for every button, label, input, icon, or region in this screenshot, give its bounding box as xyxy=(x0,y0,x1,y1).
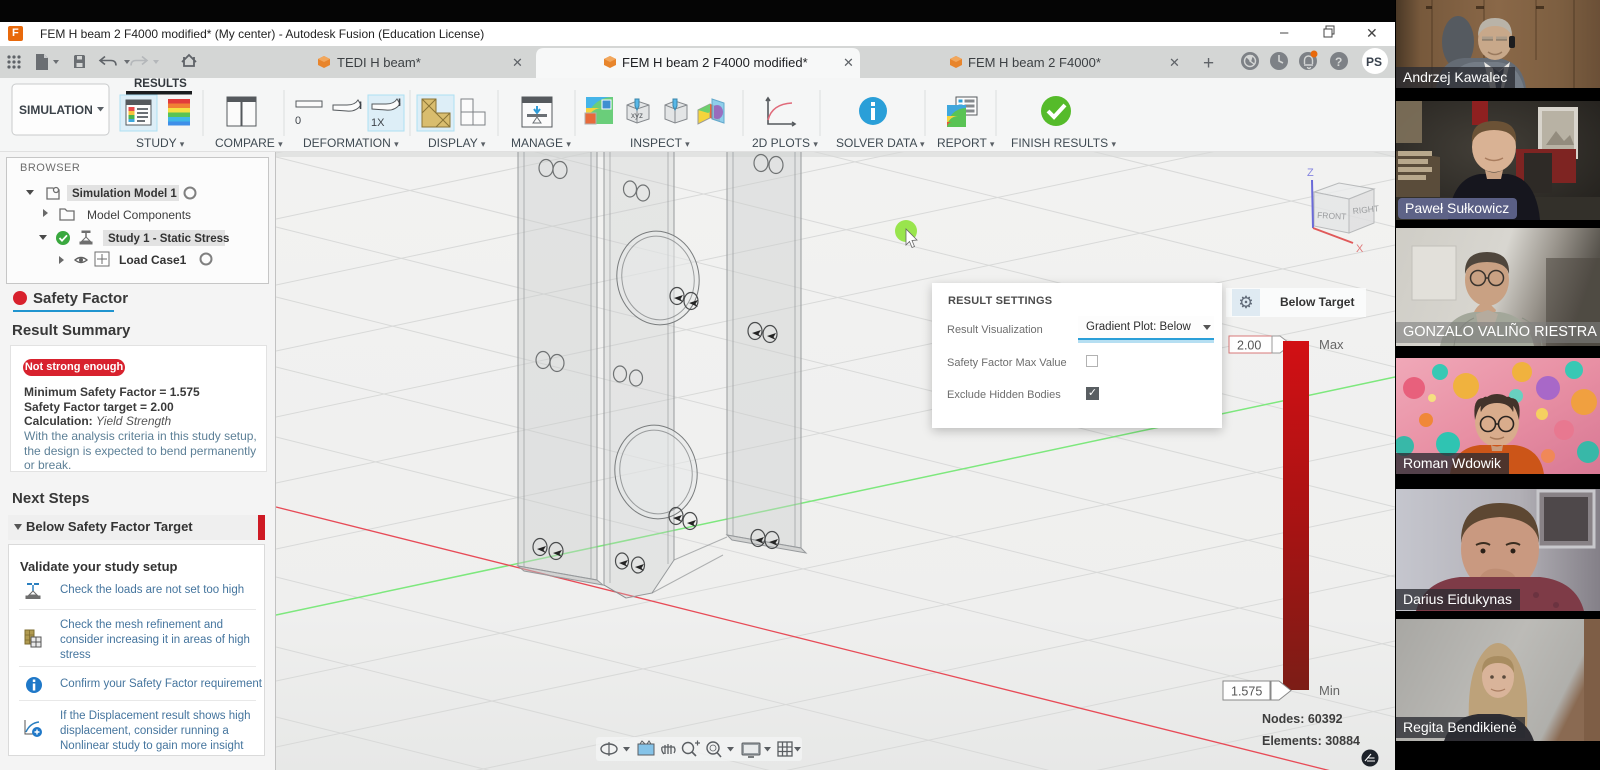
svg-text:?: ? xyxy=(1335,55,1342,69)
svg-text:Model Components: Model Components xyxy=(87,208,191,222)
svg-text:+: + xyxy=(1203,53,1214,74)
svg-text:0: 0 xyxy=(295,115,301,127)
svg-text:X: X xyxy=(1356,243,1364,255)
svg-text:RESULTS: RESULTS xyxy=(134,78,187,90)
svg-text:1.575: 1.575 xyxy=(1231,685,1262,699)
svg-text:Study 1 - Static Stress: Study 1 - Static Stress xyxy=(108,233,229,245)
svg-text:TEDI H beam*: TEDI H beam* xyxy=(337,55,421,70)
svg-text:Z: Z xyxy=(1307,167,1314,179)
svg-text:xyz: xyz xyxy=(631,111,643,120)
svg-text:✕: ✕ xyxy=(512,55,523,70)
svg-text:PS: PS xyxy=(1366,55,1382,69)
svg-text:Simulation Model 1: Simulation Model 1 xyxy=(72,188,177,200)
svg-text:I: I xyxy=(398,97,401,109)
svg-text:SIMULATION: SIMULATION xyxy=(19,103,93,117)
svg-text:1X: 1X xyxy=(371,117,385,129)
svg-text:FRONT: FRONT xyxy=(1317,210,1347,222)
svg-text:I: I xyxy=(359,100,362,112)
svg-text:✕: ✕ xyxy=(843,55,854,70)
svg-text:FEM H beam 2 F4000 modified*: FEM H beam 2 F4000 modified* xyxy=(622,55,808,70)
svg-text:2.00: 2.00 xyxy=(1237,339,1261,353)
svg-text:✕: ✕ xyxy=(1169,55,1180,70)
svg-text:FEM H beam 2 F4000*: FEM H beam 2 F4000* xyxy=(968,55,1101,70)
svg-text:Load Case1: Load Case1 xyxy=(119,253,187,267)
